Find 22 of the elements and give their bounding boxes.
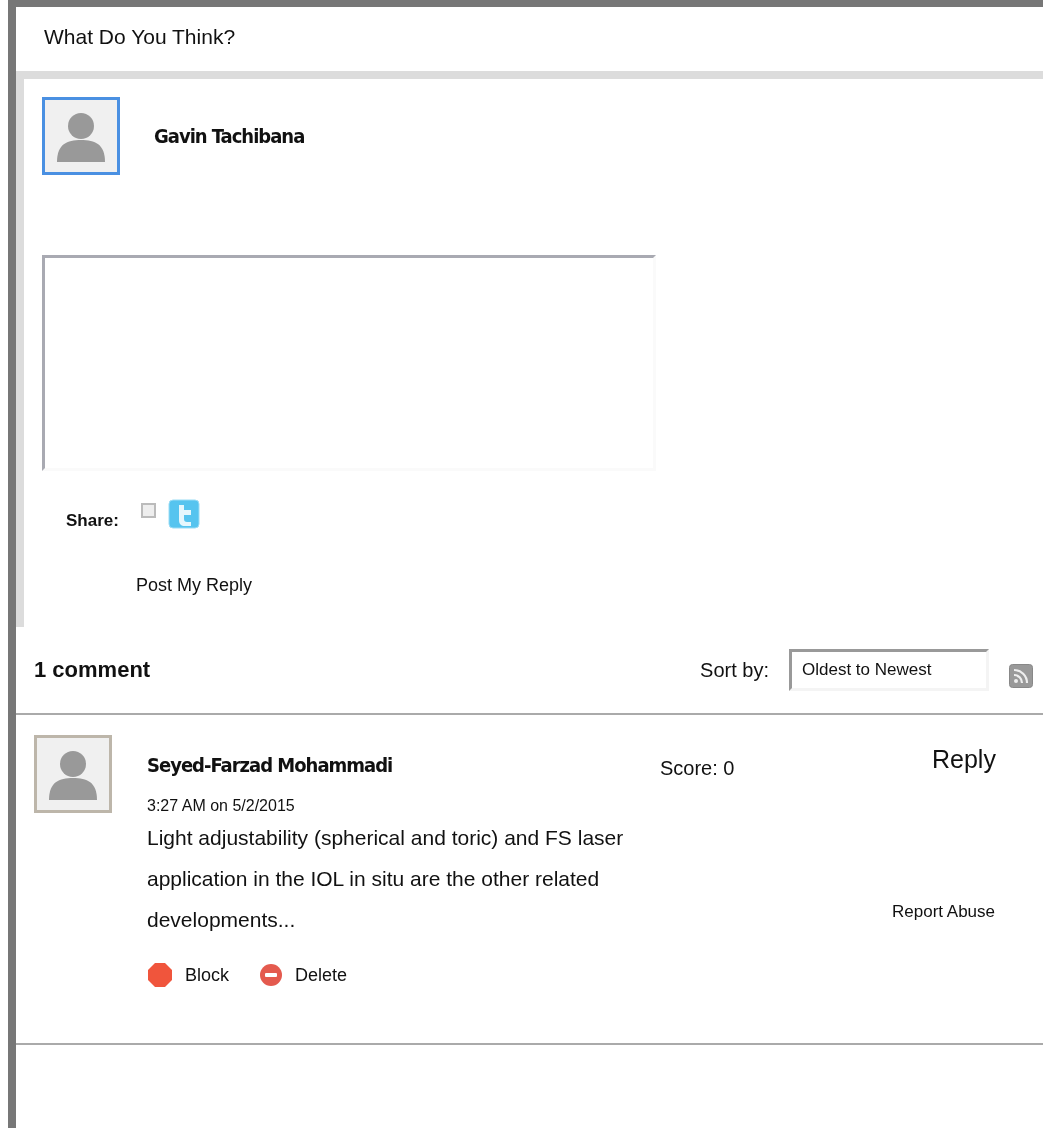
report-abuse-link[interactable]: Report Abuse [892, 902, 995, 922]
comment-author: Seyed-Farzad Mohammadi [147, 753, 394, 777]
delete-button[interactable]: Delete [259, 963, 348, 987]
sort-label: Sort by: [700, 658, 769, 682]
reply-button[interactable]: Reply [932, 745, 996, 774]
avatar-icon [34, 735, 112, 813]
block-icon [147, 962, 173, 988]
share-label: Share: [66, 511, 119, 531]
user-name: Gavin Tachibana [154, 124, 305, 148]
sort-dropdown[interactable]: Oldest to Newest [789, 649, 989, 691]
section-title: What Do You Think? [43, 24, 237, 50]
minus-icon [259, 963, 283, 987]
reply-field[interactable] [42, 255, 656, 471]
comment-time: 3:27 AM on 5/2/2015 [147, 797, 296, 815]
post-reply-button[interactable]: Post My Reply [136, 575, 253, 596]
rss-icon[interactable] [1009, 664, 1033, 688]
comment-score: Score: 0 [660, 757, 735, 780]
share-checkbox[interactable] [140, 503, 156, 518]
comment-text: Light adjustability (spherical and toric) and FS laser application in the IOL in situ are the other related developments... [147, 825, 625, 933]
block-button[interactable]: Block [147, 962, 229, 988]
comment-count: 1 comment [34, 657, 152, 683]
avatar-icon [42, 97, 120, 175]
